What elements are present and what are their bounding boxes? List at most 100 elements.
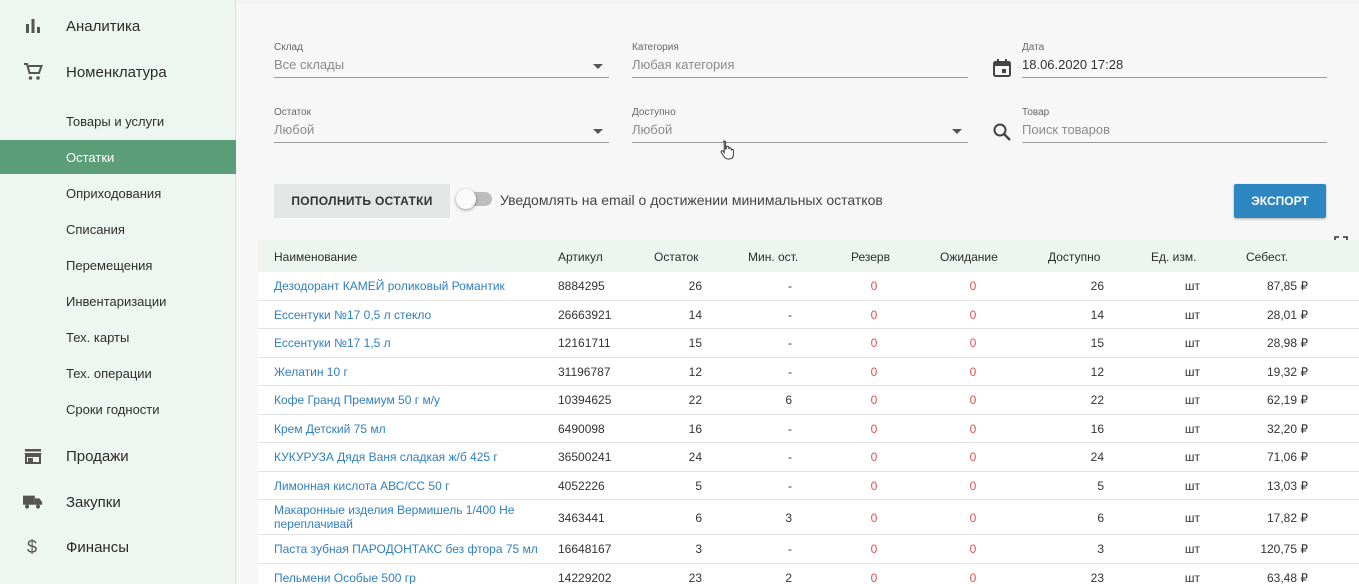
waiting-cell: 0 [969, 570, 977, 584]
sidebar-item-label: Товары и услуги [66, 113, 165, 129]
column-header-name[interactable]: Наименование [274, 250, 357, 264]
stock-cell: 3 [695, 542, 702, 556]
cost-cell: 63,48 ₽ [1267, 570, 1308, 584]
unit-cell: шт [1184, 364, 1200, 379]
reserve-cell: 0 [870, 421, 878, 436]
calendar-icon[interactable] [992, 58, 1012, 78]
sidebar-item-tech-operations[interactable]: Тех. операции [0, 356, 236, 390]
stock-cell: 26 [688, 279, 702, 293]
product-search-input[interactable]: Товар Поиск товаров [1022, 107, 1327, 143]
column-header-sku[interactable]: Артикул [558, 250, 603, 264]
min-stock-cell: - [788, 307, 792, 322]
unit-cell: шт [1184, 478, 1200, 493]
underline [1022, 142, 1327, 143]
sidebar-item-goods[interactable]: Товары и услуги [0, 104, 236, 138]
table-row[interactable]: Кофе Гранд Премиум 50 г м/у 10394625 22 6 0 0… [258, 386, 1359, 415]
sidebar-item-sales[interactable]: Продажи [0, 434, 236, 478]
export-button[interactable]: ЭКСПОРТ [1234, 184, 1326, 218]
table-row[interactable]: Ессентуки №17 0,5 л стекло 26663921 14 - 0 0 1… [258, 300, 1359, 329]
sidebar-item-analytics[interactable]: Аналитика [0, 4, 236, 48]
stock-cell: 14 [688, 307, 702, 322]
underline [274, 142, 609, 143]
table-row[interactable]: Макаронные изделия Вермишель 1/400 Не пе… [258, 500, 1359, 535]
column-header-cost[interactable]: Себест. [1246, 250, 1288, 264]
stock-label: Остаток [274, 107, 311, 118]
sidebar-item-nomenclature[interactable]: Номенклатура [0, 50, 236, 94]
reserve-cell: 0 [870, 478, 878, 493]
sidebar-item-transfers[interactable]: Перемещения [0, 248, 236, 282]
column-header-stock[interactable]: Остаток [654, 250, 698, 264]
table-row[interactable]: Лимонная кислота АВС/СС 50 г 4052226 5 - 0 0 5… [258, 471, 1359, 500]
table-row[interactable]: Ессентуки №17 1,5 л 12161711 15 - 0 0 15 шт 28,9… [258, 329, 1359, 358]
product-name-link[interactable]: Ессентуки №17 0,5 л стекло [274, 308, 550, 322]
sidebar-item-receipts[interactable]: Оприходования [0, 176, 236, 210]
available-value: Любой [632, 122, 673, 137]
sidebar-item-expiry-dates[interactable]: Сроки годности [0, 392, 236, 426]
warehouse-select[interactable]: Склад Все склады [274, 42, 609, 78]
underline [274, 77, 609, 78]
table-row[interactable]: Пельмени Особые 500 гр 14229202 23 2 0 0 23 шт 6… [258, 563, 1359, 584]
sidebar-item-label: Тех. карты [66, 329, 130, 345]
available-cell: 23 [1090, 570, 1104, 584]
product-name-link[interactable]: Дезодорант КАМЕЙ роликовый Романтик [274, 279, 550, 293]
sku-cell: 16648167 [558, 542, 612, 556]
date-field[interactable]: Дата 18.06.2020 17:28 [1022, 42, 1327, 78]
table-row[interactable]: Паста зубная ПАРОДОНТАКС без фтора 75 мл… [258, 535, 1359, 564]
sidebar-item-write-offs[interactable]: Списания [0, 212, 236, 246]
main-panel: Склад Все склады Категория Любая категор… [236, 0, 1359, 584]
product-name-link[interactable]: Ессентуки №17 1,5 л [274, 336, 550, 350]
product-name-link[interactable]: Лимонная кислота АВС/СС 50 г [274, 479, 550, 493]
sidebar-item-tech-cards[interactable]: Тех. карты [0, 320, 236, 354]
category-label: Категория [632, 42, 679, 53]
sidebar-item-purchases[interactable]: Закупки [0, 480, 236, 524]
table-row[interactable]: Желатин 10 г 31196787 12 - 0 0 12 шт 19,32 ₽ [258, 357, 1359, 386]
product-name-link[interactable]: Желатин 10 г [274, 365, 550, 379]
table-row[interactable]: Дезодорант КАМЕЙ роликовый Романтик 88842… [258, 272, 1359, 301]
category-select[interactable]: Категория Любая категория [632, 42, 968, 78]
waiting-cell: 0 [969, 279, 977, 293]
product-name-link[interactable]: Кофе Гранд Премиум 50 г м/у [274, 393, 550, 407]
stock-cell: 24 [688, 450, 702, 464]
unit-cell: шт [1184, 570, 1200, 584]
unit-cell: шт [1184, 307, 1200, 322]
unit-cell: шт [1184, 542, 1200, 556]
sidebar: Аналитика Номенклатура Товары и услуги О… [0, 0, 236, 584]
email-notify-toggle[interactable] [456, 189, 492, 209]
reserve-cell: 0 [870, 279, 878, 293]
store-icon [23, 446, 43, 466]
min-stock-cell: 2 [785, 570, 792, 584]
stock-select[interactable]: Остаток Любой [274, 107, 609, 143]
available-cell: 6 [1097, 511, 1104, 525]
reserve-cell: 0 [870, 570, 878, 584]
sidebar-item-finance[interactable]: $ Финансы [0, 525, 236, 569]
column-header-unit[interactable]: Ед. изм. [1151, 250, 1196, 264]
sku-cell: 12161711 [558, 336, 611, 350]
table-row[interactable]: КУКУРУЗА Дядя Ваня сладкая ж/б 425 г 3650… [258, 443, 1359, 472]
waiting-cell: 0 [969, 393, 977, 407]
column-header-available[interactable]: Доступно [1048, 250, 1100, 264]
product-name-link[interactable]: Крем Детский 75 мл [274, 422, 550, 436]
sidebar-item-inventory[interactable]: Инвентаризации [0, 284, 236, 318]
sidebar-item-stock[interactable]: Остатки [0, 140, 236, 174]
column-header-waiting[interactable]: Ожидание [940, 250, 998, 264]
sku-cell: 10394625 [558, 393, 612, 407]
replenish-stock-button[interactable]: ПОПОЛНИТЬ ОСТАТКИ [274, 184, 450, 218]
mouse-cursor-icon [720, 140, 734, 160]
product-name-link[interactable]: Паста зубная ПАРОДОНТАКС без фтора 75 мл [274, 542, 550, 556]
product-name-link[interactable]: Пельмени Особые 500 гр [274, 571, 550, 584]
waiting-cell: 0 [969, 478, 977, 493]
product-name-link[interactable]: КУКУРУЗА Дядя Ваня сладкая ж/б 425 г [274, 450, 550, 464]
unit-cell: шт [1184, 511, 1200, 525]
product-name-link[interactable]: Макаронные изделия Вермишель 1/400 Не пе… [274, 503, 550, 531]
waiting-cell: 0 [969, 421, 977, 436]
column-header-min-stock[interactable]: Мин. ост. [748, 250, 798, 264]
table-row[interactable]: Крем Детский 75 мл 6490098 16 - 0 0 16 шт 32,20 … [258, 414, 1359, 443]
reserve-cell: 0 [870, 307, 878, 322]
sidebar-item-label: Продажи [66, 447, 129, 465]
available-select[interactable]: Доступно Любой [632, 107, 968, 143]
available-cell: 15 [1090, 336, 1104, 350]
available-cell: 22 [1090, 393, 1104, 407]
sidebar-item-label: Инвентаризации [66, 293, 167, 309]
column-header-reserve[interactable]: Резерв [851, 250, 890, 264]
underline [632, 77, 968, 78]
